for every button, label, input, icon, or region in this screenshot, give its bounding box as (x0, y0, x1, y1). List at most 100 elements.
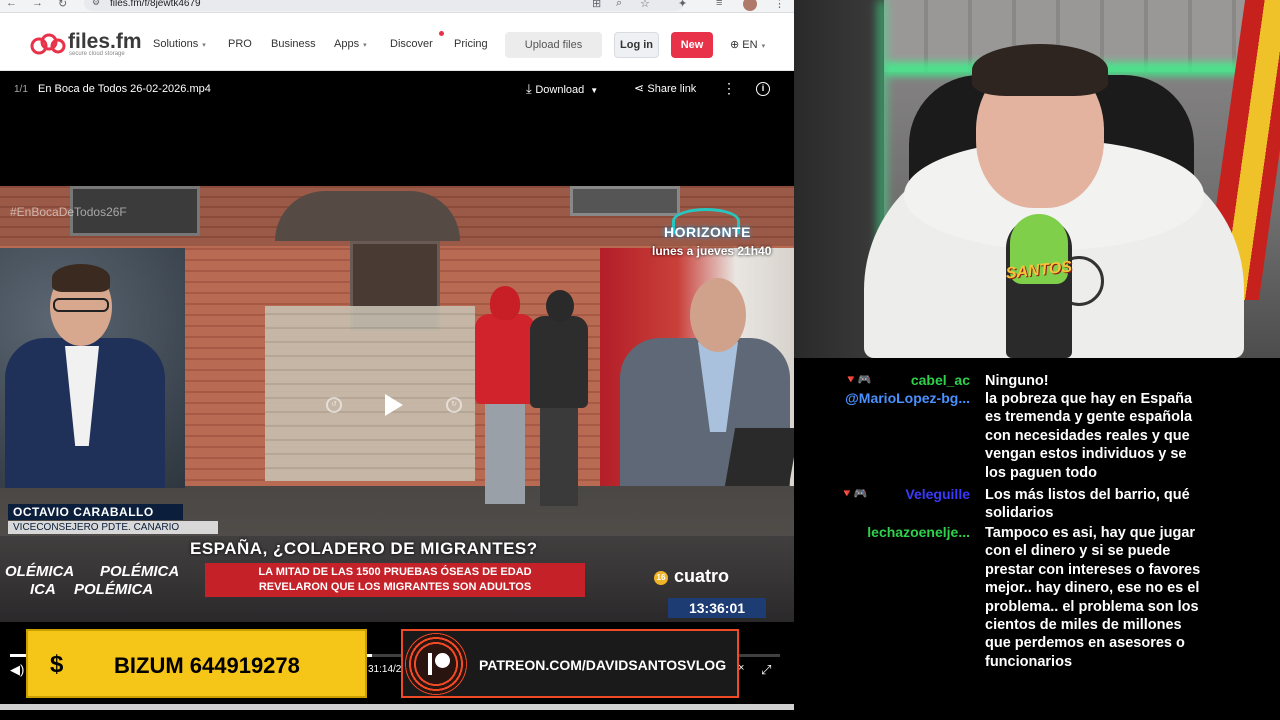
new-button[interactable]: New (671, 32, 713, 58)
polemica-ticker: POLÉMICA (74, 581, 154, 598)
guest-figure (5, 264, 185, 488)
show-schedule: lunes a jueves 21h40 (652, 244, 772, 258)
chat-username[interactable]: Veleguille (794, 486, 970, 502)
building-window (570, 186, 680, 216)
laptop (724, 428, 794, 486)
chat-message-text: solidarios (985, 505, 1054, 522)
more-options-icon[interactable]: ⋮ (722, 80, 736, 97)
play-controls: ↺ ↻ (323, 391, 463, 421)
chat-message-text: que perdemos en asesores o (985, 635, 1185, 652)
dollar-icon: $ (50, 651, 64, 678)
file-name: En Boca de Todos 26-02-2026.mp4 (38, 83, 211, 95)
subheadline-line-1: LA MITAD DE LAS 1500 PRUEBAS ÓSEAS DE ED… (258, 566, 532, 578)
back-button[interactable]: ← (6, 0, 17, 9)
patreon-banner: PATREON.COM/DAVIDSANTOSVLOG (401, 629, 739, 698)
nav-apps-label: Apps (334, 38, 360, 50)
file-toolbar: 1/1 En Boca de Todos 26-02-2026.mp4 ⤓ Do… (0, 72, 794, 108)
chat-message-text: Tampoco es asi, hay que jugar (985, 525, 1196, 541)
chevron-down-icon: ▾ (761, 43, 766, 50)
chat-message-text: con el dinero y si se puede (985, 543, 1171, 560)
chat-username[interactable]: cabel_ac (794, 372, 970, 388)
show-hashtag: #EnBocaDeTodos26F (10, 205, 127, 219)
notification-dot (439, 31, 444, 36)
polemica-ticker: POLÉMICA (100, 563, 180, 580)
download-button[interactable]: ⤓ Download ▼ (526, 81, 598, 97)
site-info-icon[interactable]: ⚙ (92, 0, 100, 8)
language-selector[interactable]: ⊕ EN ▾ (730, 38, 765, 51)
nav-business[interactable]: Business (271, 38, 316, 50)
logo-tagline: secure cloud storage (69, 51, 125, 57)
broadcast-clock: 13:36:01 (668, 598, 766, 618)
rewind-icon[interactable]: ↺ (326, 397, 342, 413)
guest-name-plate: OCTAVIO CARABALLO (8, 504, 183, 520)
streamer-hair (972, 44, 1108, 96)
subheadline-line-2: REVELARON QUE LOS MIGRANTES SON ADULTOS (258, 581, 532, 593)
forward-button[interactable]: → (32, 0, 43, 9)
anchor-video-inset (600, 248, 794, 486)
door-awning (275, 191, 460, 241)
reload-button[interactable]: ↻ (58, 0, 67, 10)
chat-message-text: vengan estos individuos y se (985, 446, 1187, 463)
download-label: Download (535, 84, 585, 96)
nav-pricing[interactable]: Pricing (454, 38, 488, 50)
screen: ← → ↻ ⚙ files.fm/f/8jewtk4679 ⊞ ⌕ ☆ ✦ ≡ … (0, 0, 1280, 720)
language-label: EN (742, 39, 758, 51)
profile-avatar[interactable] (743, 0, 757, 11)
webcam-feed: SANTOS (794, 0, 1280, 358)
url-text: files.fm/f/8jewtk4679 (110, 0, 201, 9)
bookmark-star-icon[interactable]: ☆ (640, 0, 650, 10)
chat-message-text: la pobreza que hay en España (985, 391, 1193, 407)
browser-menu-icon[interactable]: ⋮ (774, 0, 785, 10)
horizonte-logo: HORIZONTE (664, 224, 751, 240)
share-label: Share link (647, 83, 697, 95)
person-black-hoodie (530, 290, 588, 506)
globe-icon: ⊕ (730, 39, 743, 51)
window-bottom-edge (0, 704, 794, 710)
patreon-icon (428, 653, 450, 675)
play-icon[interactable] (385, 394, 403, 416)
upload-files-button[interactable]: Upload files (505, 32, 602, 58)
fullscreen-icon[interactable]: ⤢ (761, 662, 771, 678)
nav-solutions-label: Solutions (153, 38, 199, 50)
nav-discover[interactable]: Discover (390, 38, 433, 50)
age-rating-badge: 16 (654, 571, 668, 585)
browser-toolbar: ← → ↻ ⚙ files.fm/f/8jewtk4679 ⊞ ⌕ ☆ ✦ ≡ … (0, 0, 794, 13)
chat-message-text: mejor.. hay dinero, ese no es el (985, 580, 1200, 597)
chat-message-text: Los más listos del barrio, qué (985, 487, 1190, 503)
chat-message-text: Ninguno! (985, 373, 1049, 389)
site-header: files.fm secure cloud storage Solutions ▾… (0, 13, 794, 71)
media-icon[interactable]: ≡ (716, 0, 722, 9)
chat-message-text: cientos de miles de millones (985, 617, 1182, 633)
chevron-down-icon: ▾ (363, 42, 367, 49)
chevron-down-icon: ▾ (202, 42, 206, 49)
nav-apps[interactable]: Apps ▾ (334, 38, 367, 50)
live-chat: 🔻🎮 cabel_ac Ninguno! @MarioLopez-bg... la po… (794, 358, 1280, 720)
zoom-icon[interactable]: ⌕ (616, 0, 622, 10)
nav-pro[interactable]: PRO (228, 38, 252, 50)
file-counter: 1/1 (14, 84, 28, 95)
bizum-text: BIZUM 644919278 (114, 653, 300, 678)
chat-message-text: con necesidades reales y que (985, 427, 1190, 444)
translate-icon[interactable]: ⊞ (592, 0, 601, 10)
share-link-button[interactable]: ⋖ Share link (634, 81, 696, 95)
extensions-icon[interactable]: ✦ (678, 0, 687, 10)
chat-message-text: problema.. el problema son los (985, 598, 1199, 615)
person-red-hoodie (475, 286, 535, 506)
volume-icon[interactable]: ◀) (10, 662, 24, 678)
cloud-logo-icon (30, 33, 66, 55)
chevron-down-icon: ▼ (590, 86, 599, 95)
polemica-ticker: ICA (30, 581, 56, 598)
fast-forward-icon[interactable]: ↻ (446, 397, 462, 413)
info-icon[interactable]: i (756, 82, 770, 96)
patreon-text: PATREON.COM/DAVIDSANTOSVLOG (479, 657, 727, 673)
login-button[interactable]: Log in (614, 32, 659, 58)
chat-message-text: funcionarios (985, 653, 1073, 670)
video-frame[interactable]: #EnBocaDeTodos26F HORIZONTE lunes a juev… (0, 186, 794, 622)
download-icon: ⤓ (526, 81, 536, 96)
guest-role-plate: VICECONSEJERO PDTE. CANARIO (8, 521, 218, 534)
polemica-ticker: OLÉMICA (5, 563, 75, 580)
nav-solutions[interactable]: Solutions ▾ (153, 38, 206, 50)
browser-window: ← → ↻ ⚙ files.fm/f/8jewtk4679 ⊞ ⌕ ☆ ✦ ≡ … (0, 0, 794, 720)
chat-username[interactable]: @MarioLopez-bg... (794, 390, 970, 406)
chat-username[interactable]: lechazoenelje... (794, 524, 970, 540)
